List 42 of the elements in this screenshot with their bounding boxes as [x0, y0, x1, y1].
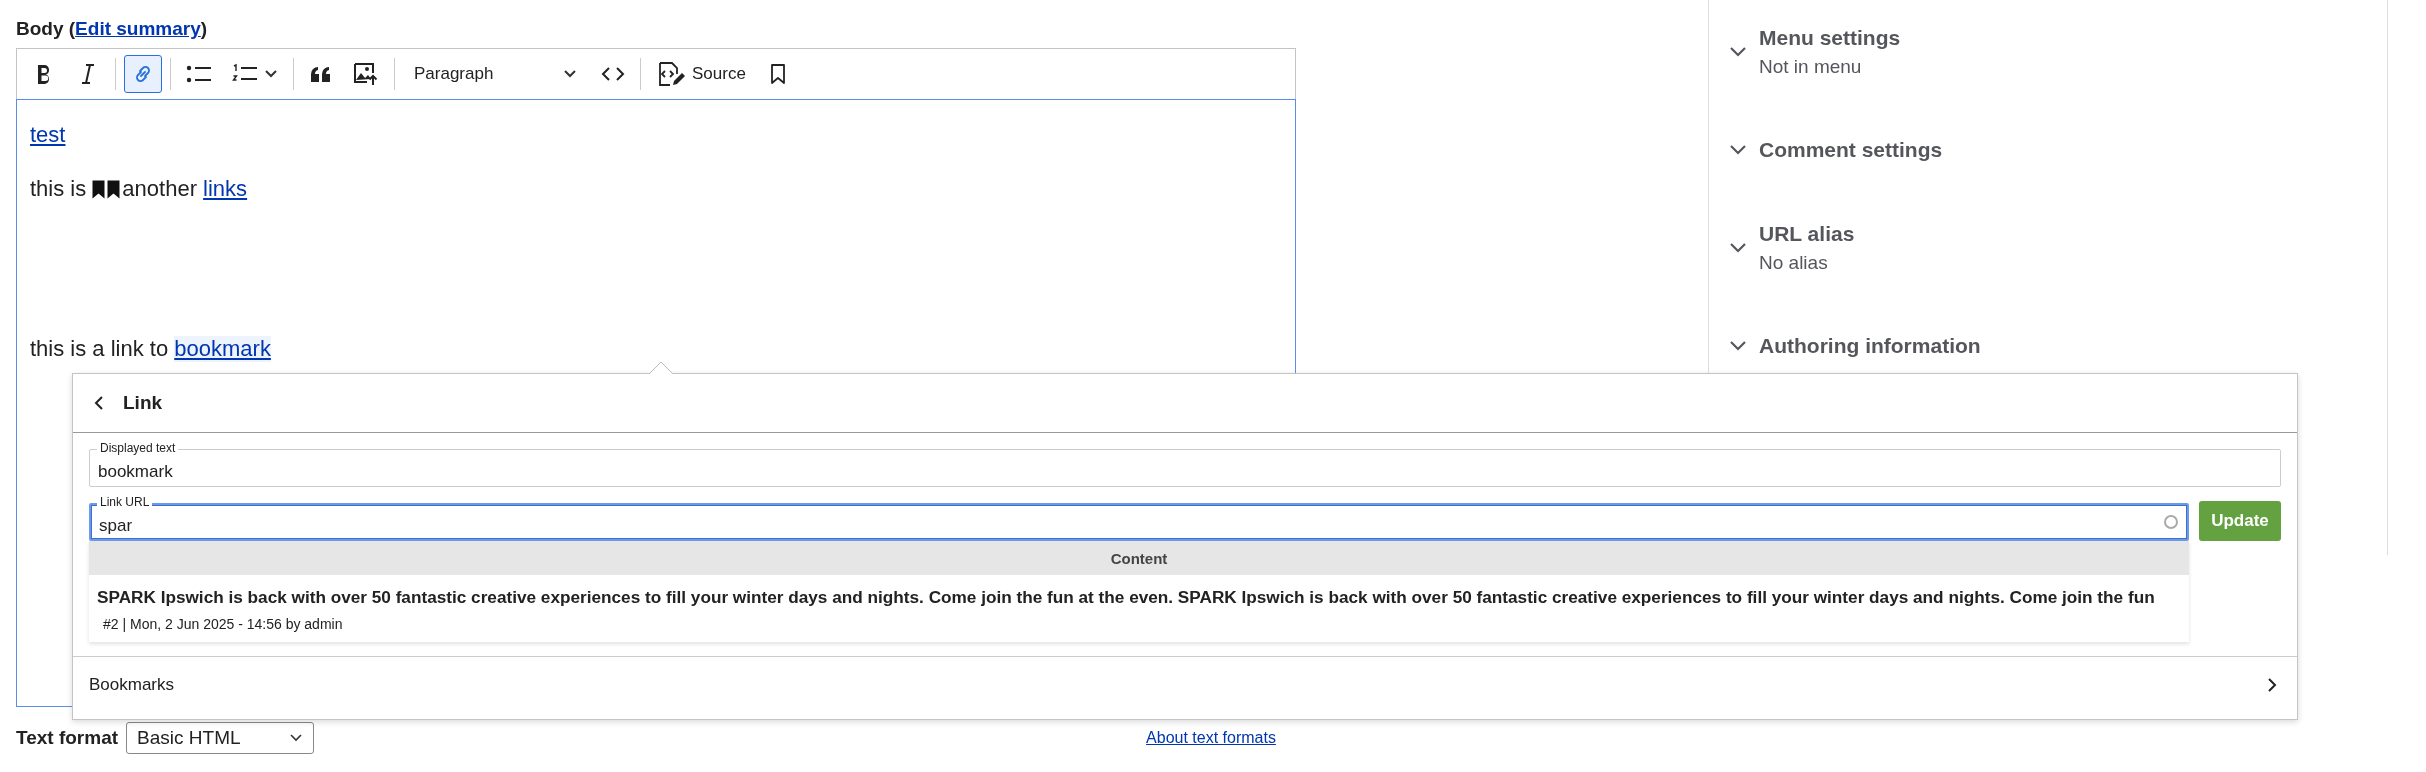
source-edit-icon: [656, 61, 686, 87]
source-button[interactable]: Source: [649, 55, 753, 93]
chevron-down-icon: [1729, 242, 1747, 254]
sidebar-section[interactable]: Menu settings Not in menu: [1709, 26, 2387, 78]
bookmark-icon: [769, 63, 786, 85]
bookmark-icon: [107, 179, 121, 199]
about-text-formats-link[interactable]: About text formats: [1146, 729, 1276, 747]
editor-text: this is a link to: [30, 336, 170, 362]
field-label: Body (: [16, 18, 76, 39]
italic-icon: [80, 63, 96, 85]
code-icon: [601, 66, 625, 82]
editor-text: this is: [30, 176, 88, 202]
field-label-paren: ): [200, 18, 208, 39]
text-format-label: Text format: [16, 727, 119, 749]
chevron-right-icon: [2267, 676, 2277, 693]
autocomplete-group-header: Content: [89, 541, 2189, 575]
bookmarks-row[interactable]: Bookmarks: [73, 656, 2297, 712]
editor-link[interactable]: links: [203, 176, 248, 202]
text-format-select[interactable]: Basic HTML: [126, 722, 315, 754]
image-upload-icon: [353, 62, 379, 86]
caret-icon: [289, 733, 304, 743]
chevron-down-icon: [1729, 46, 1747, 58]
bookmark-icon: [92, 179, 106, 199]
edit-summary-link[interactable]: Edit summary: [75, 18, 201, 39]
back-icon[interactable]: [93, 395, 105, 411]
bulleted-list-icon: [186, 64, 212, 84]
link-button[interactable]: [124, 55, 162, 93]
autocomplete-result[interactable]: SPARK Ipswich is back with over 50 fantastic creative experiences to fill your winter days and nights. Come join the fun at the even. SPARK Ipswich is back with over 50 fantastic creative experiences to fill your winter days and nights. Come join the fun #2 | Mon, 2 Jun 2025 - 14:56 by admin: [89, 575, 2189, 642]
editor-link[interactable]: bookmark: [174, 336, 271, 362]
caret-icon: [264, 69, 278, 79]
caret-icon: [563, 69, 577, 79]
quote-icon: [310, 65, 332, 83]
paragraph-dropdown[interactable]: Paragraph: [403, 55, 588, 93]
sidebar-section[interactable]: URL alias No alias: [1709, 222, 2387, 274]
popup-title: Link: [123, 392, 163, 414]
sidebar-section[interactable]: Authoring information: [1709, 334, 2387, 358]
editor-link[interactable]: test: [30, 122, 66, 148]
loading-icon: [2163, 514, 2179, 530]
chevron-down-icon: [1729, 340, 1747, 352]
editor-text: another: [122, 176, 198, 202]
sidebar-section[interactable]: Comment settings: [1709, 138, 2387, 162]
chevron-down-icon: [1729, 144, 1747, 156]
